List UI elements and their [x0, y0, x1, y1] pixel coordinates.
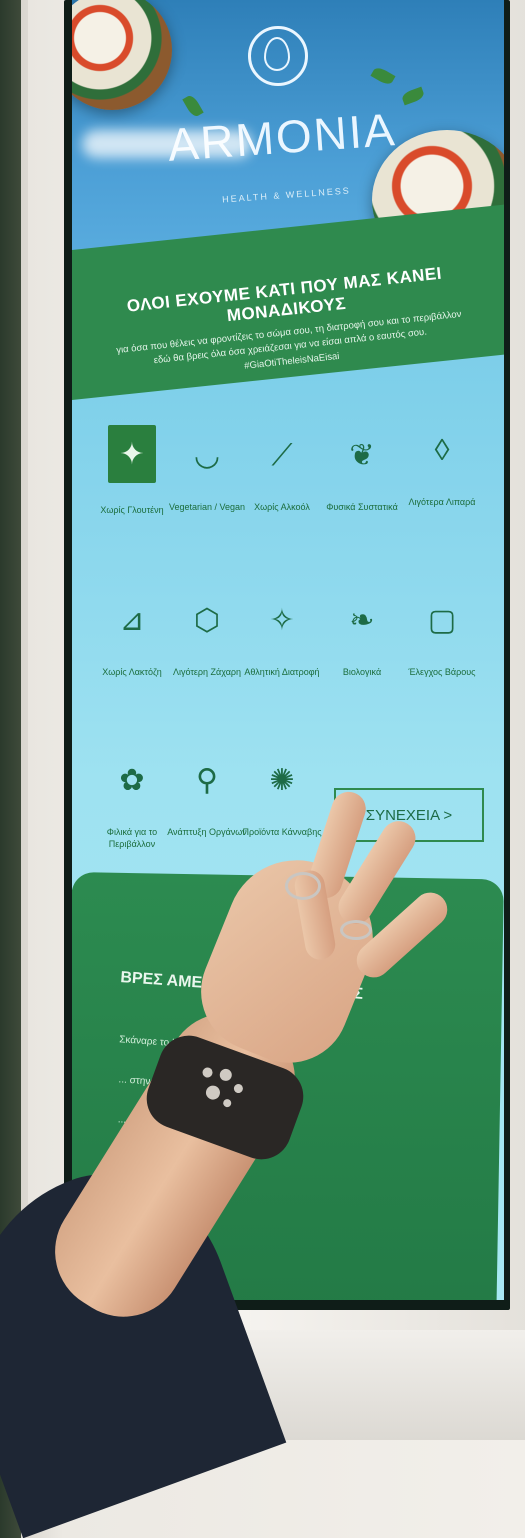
option-natural[interactable]: ❦ Φυσικά Συστατικά: [322, 430, 402, 514]
option-growth[interactable]: ⚲ Ανάπτυξη Οργάνων: [167, 755, 247, 839]
screen-glare: [82, 130, 252, 158]
plant-hand-icon: ✿: [119, 763, 145, 797]
option-sports[interactable]: ✧ Αθλητική Διατροφή: [242, 595, 322, 679]
salad-bowl-image: [72, 0, 172, 110]
option-no-alcohol[interactable]: ⟋ Χωρίς Αλκοόλ: [242, 430, 322, 514]
option-label: Λιγότερα Λιπαρά: [408, 497, 476, 507]
scale-icon: ▢: [427, 603, 457, 637]
milk-bottle-icon: ⊿: [119, 603, 145, 637]
brand-tagline: HEALTH & WELLNESS: [221, 185, 352, 205]
option-low-sugar[interactable]: ⬡ Λιγότερη Ζάχαρη: [167, 595, 247, 679]
option-label: Χωρίς Αλκοόλ: [254, 502, 310, 512]
option-label: Φιλικά για το Περιβάλλον: [106, 827, 158, 849]
option-organic[interactable]: ❧ Βιολογικά: [322, 595, 402, 679]
bowl-icon: ◡: [193, 438, 221, 472]
cuff-stud: [203, 1083, 222, 1102]
option-label: Ανάπτυξη Οργάνων: [167, 827, 247, 837]
cuff-stud: [201, 1066, 214, 1079]
option-vegetarian[interactable]: ◡ Vegetarian / Vegan: [167, 430, 247, 514]
leaves-icon: ❦: [349, 438, 375, 472]
option-gluten-free[interactable]: ✦ Χωρίς Γλουτένη: [92, 425, 172, 517]
sugar-icon: ⬡: [193, 603, 221, 637]
option-label: Αθλητική Διατροφή: [244, 667, 320, 677]
option-label: Έλεγχος Βάρους: [408, 667, 476, 677]
option-label: Βιολογικά: [342, 667, 382, 677]
ring-jewelry: [285, 872, 321, 900]
runner-icon: ✧: [269, 603, 295, 637]
option-cannabis[interactable]: ✺ Προϊόντα Κάνναβης: [242, 755, 322, 839]
growth-icon: ⚲: [196, 763, 218, 797]
brand-logo-icon: [248, 26, 308, 86]
wheat-icon: ❧: [349, 603, 375, 637]
cuff-stud: [222, 1097, 233, 1109]
option-eco-friendly[interactable]: ✿ Φιλικά για το Περιβάλλον: [92, 755, 172, 850]
option-lactose-free[interactable]: ⊿ Χωρίς Λακτόζη: [92, 595, 172, 679]
option-low-fat[interactable]: ◊ Λιγότερα Λιπαρά: [402, 425, 482, 509]
option-label: Λιγότερη Ζάχαρη: [172, 667, 242, 677]
no-alcohol-icon: ⟋: [271, 438, 293, 472]
gluten-free-icon: ✦: [108, 425, 156, 483]
drops-icon: ◊: [434, 433, 450, 467]
option-label: Χωρίς Γλουτένη: [100, 505, 164, 515]
option-label: Χωρίς Λακτόζη: [102, 667, 162, 677]
leaf-decoration: [370, 65, 396, 87]
option-label: Προϊόντα Κάνναβης: [242, 827, 322, 837]
option-label: Vegetarian / Vegan: [168, 502, 246, 512]
option-label: Φυσικά Συστατικά: [326, 502, 398, 512]
cuff-stud: [218, 1067, 234, 1083]
option-weight-control[interactable]: ▢ Έλεγχος Βάρους: [402, 595, 482, 679]
ring-jewelry: [340, 920, 372, 940]
cannabis-leaf-icon: ✺: [269, 763, 295, 797]
cuff-stud: [232, 1082, 245, 1095]
